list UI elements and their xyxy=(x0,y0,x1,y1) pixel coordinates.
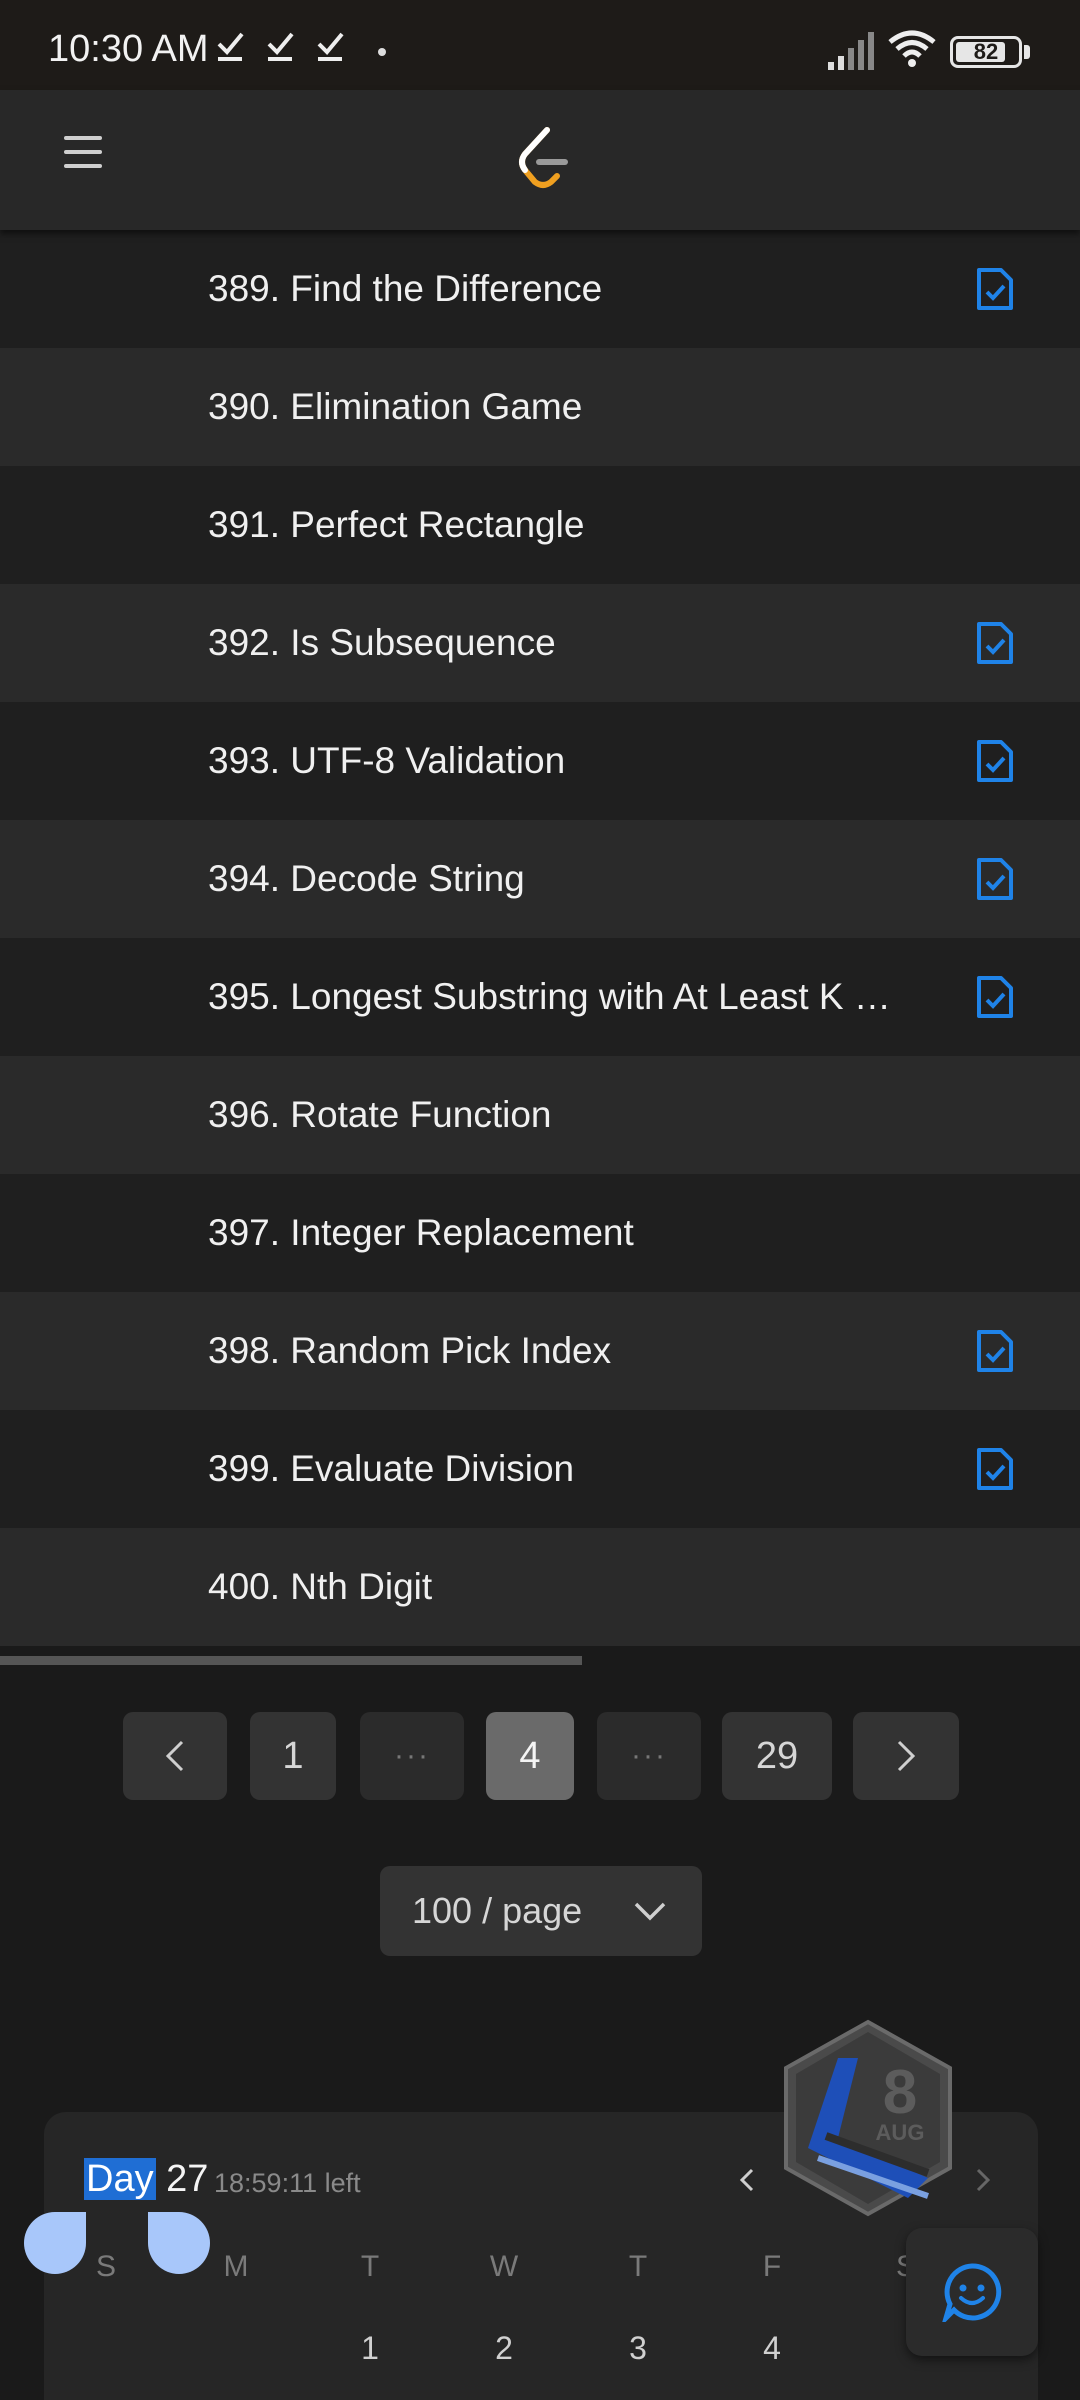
chevron-left-icon xyxy=(165,1740,184,1772)
dot-icon xyxy=(378,48,386,56)
badge-number: 8 xyxy=(883,2058,917,2127)
notification-icons xyxy=(215,28,345,62)
problem-title[interactable]: 398. Random Pick Index xyxy=(208,1330,611,1372)
weekday-label: W xyxy=(489,2250,519,2283)
check-download-icon xyxy=(217,32,244,61)
check-download-icon xyxy=(317,32,344,61)
problem-row[interactable]: 398. Random Pick Index xyxy=(0,1292,1080,1410)
page-button-last[interactable]: 29 xyxy=(722,1712,832,1800)
weekday-label: T xyxy=(360,2250,380,2283)
selection-handle-end[interactable] xyxy=(148,2212,210,2274)
solution-doc-icon[interactable] xyxy=(975,620,1015,666)
horizontal-scrollbar[interactable] xyxy=(0,1656,582,1665)
problem-row[interactable]: 400. Nth Digit xyxy=(0,1528,1080,1646)
signal-icon xyxy=(828,32,874,70)
problem-row[interactable]: 393. UTF-8 Validation xyxy=(0,702,1080,820)
monthly-badge-icon[interactable]: 8 AUG xyxy=(778,2018,958,2218)
solution-doc-icon[interactable] xyxy=(975,1446,1015,1492)
solution-doc-icon[interactable] xyxy=(975,974,1015,1020)
selected-day-word[interactable]: Day xyxy=(84,2158,156,2200)
selection-handle-start[interactable] xyxy=(24,2212,86,2274)
wifi-icon xyxy=(888,30,936,67)
prev-page-button[interactable] xyxy=(123,1712,227,1800)
calendar-date[interactable]: 4 xyxy=(742,2330,802,2367)
page-button-first[interactable]: 1 xyxy=(250,1712,336,1800)
page-size-select[interactable]: 100 / page xyxy=(380,1866,702,1956)
problem-title[interactable]: 391. Perfect Rectangle xyxy=(208,504,584,546)
problem-title[interactable]: 389. Find the Difference xyxy=(208,268,602,310)
app-header xyxy=(0,90,1080,230)
pagination: 1 ··· 4 ··· 29 xyxy=(0,1712,1080,1800)
problem-row[interactable]: 396. Rotate Function xyxy=(0,1056,1080,1174)
page-size-label: 100 / page xyxy=(412,1890,583,1931)
problem-row[interactable]: 395. Longest Substring with At Least K … xyxy=(0,938,1080,1056)
smiley-chat-icon xyxy=(942,2263,1002,2322)
weekday-label: S xyxy=(95,2250,116,2283)
badge-month: AUG xyxy=(876,2120,925,2145)
time-left: 18:59:11 left xyxy=(214,2168,361,2198)
battery-icon: 82 xyxy=(950,36,1022,68)
weekday-label: F xyxy=(762,2250,782,2283)
status-time: 10:30 AM xyxy=(48,28,209,70)
page-ellipsis-right[interactable]: ··· xyxy=(597,1712,701,1800)
problem-title[interactable]: 397. Integer Replacement xyxy=(208,1212,634,1254)
problem-list: 389. Find the Difference 390. Elimination… xyxy=(0,230,1080,1646)
check-download-icon xyxy=(267,32,294,61)
calendar-date[interactable]: 3 xyxy=(608,2330,668,2367)
solution-doc-icon[interactable] xyxy=(975,266,1015,312)
calendar-prev-icon[interactable] xyxy=(732,2162,762,2198)
solution-doc-icon[interactable] xyxy=(975,1328,1015,1374)
chevron-down-icon xyxy=(634,1902,666,1921)
chevron-right-icon xyxy=(897,1740,916,1772)
problem-title[interactable]: 393. UTF-8 Validation xyxy=(208,740,565,782)
problem-row[interactable]: 399. Evaluate Division xyxy=(0,1410,1080,1528)
problem-title[interactable]: 395. Longest Substring with At Least K … xyxy=(208,976,891,1018)
calendar-date[interactable]: 1 xyxy=(340,2330,400,2367)
feedback-chat-button[interactable] xyxy=(906,2228,1038,2356)
problem-row[interactable]: 394. Decode String xyxy=(0,820,1080,938)
weekday-label: M xyxy=(223,2250,249,2283)
weekday-label: T xyxy=(628,2250,648,2283)
problem-title[interactable]: 399. Evaluate Division xyxy=(208,1448,574,1490)
problem-row[interactable]: 390. Elimination Game xyxy=(0,348,1080,466)
problem-title[interactable]: 400. Nth Digit xyxy=(208,1566,432,1608)
problem-title[interactable]: 394. Decode String xyxy=(208,858,525,900)
calendar-date[interactable]: 2 xyxy=(474,2330,534,2367)
next-page-button[interactable] xyxy=(853,1712,959,1800)
battery-cap xyxy=(1024,45,1030,59)
problem-title[interactable]: 392. Is Subsequence xyxy=(208,622,556,664)
hamburger-icon[interactable] xyxy=(64,136,104,176)
day-number: 27 xyxy=(166,2158,209,2200)
solution-doc-icon[interactable] xyxy=(975,738,1015,784)
page-ellipsis-left[interactable]: ··· xyxy=(360,1712,464,1800)
calendar-next-icon[interactable] xyxy=(968,2162,998,2198)
leetcode-logo-icon[interactable] xyxy=(515,126,571,192)
solution-doc-icon[interactable] xyxy=(975,856,1015,902)
problem-row[interactable]: 389. Find the Difference xyxy=(0,230,1080,348)
problem-row[interactable]: 397. Integer Replacement xyxy=(0,1174,1080,1292)
problem-title[interactable]: 390. Elimination Game xyxy=(208,386,582,428)
problem-row[interactable]: 392. Is Subsequence xyxy=(0,584,1080,702)
problem-row[interactable]: 391. Perfect Rectangle xyxy=(0,466,1080,584)
status-bar: 10:30 AM 82 xyxy=(0,0,1080,90)
problem-title[interactable]: 396. Rotate Function xyxy=(208,1094,552,1136)
page-button-current[interactable]: 4 xyxy=(486,1712,574,1800)
battery-level: 82 xyxy=(973,39,999,64)
day-counter: Day 27 xyxy=(84,2158,208,2201)
